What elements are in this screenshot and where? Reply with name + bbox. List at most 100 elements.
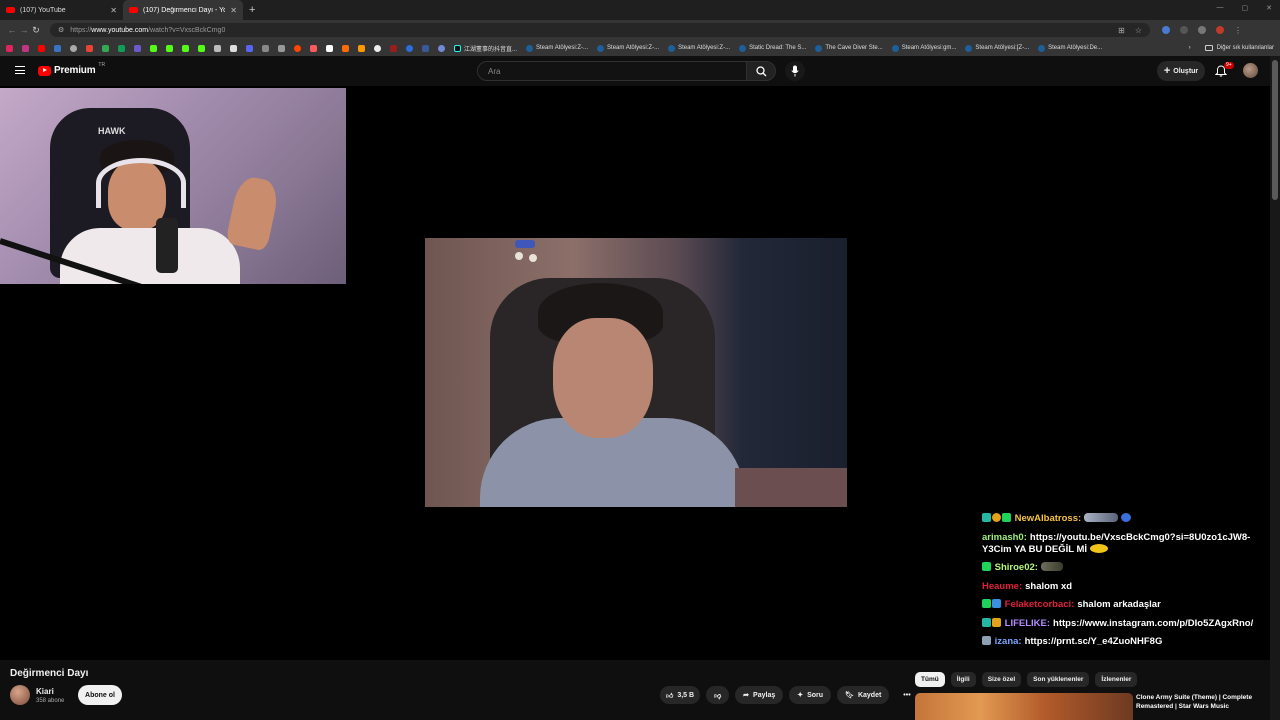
filter-chip-all[interactable]: Tümü	[915, 672, 945, 687]
chat-text: https://www.instagram.com/p/DIo5ZAgxRno/	[1053, 617, 1254, 629]
bookmark-icon[interactable]	[390, 44, 397, 52]
extension-icon[interactable]	[1162, 26, 1170, 34]
maximize-icon[interactable]: ▢	[1242, 4, 1249, 12]
minimize-icon[interactable]: —	[1217, 4, 1224, 12]
search-input[interactable]: Ara	[477, 61, 747, 81]
chat-message: Felaketcorbaci: shalom arkadaşlar	[982, 599, 1272, 611]
bookmark-item[interactable]: Steam Atölyesi:Z-...	[597, 44, 659, 52]
close-tab-icon[interactable]: ✕	[110, 6, 117, 15]
page-scrollbar[interactable]	[1270, 56, 1280, 720]
chevron-right-icon[interactable]: ›	[1189, 45, 1191, 51]
filter-chip-related[interactable]: İlgili	[950, 672, 976, 687]
filter-chip-for-you[interactable]: Size özel	[981, 672, 1022, 687]
bookmark-icon[interactable]	[118, 44, 125, 52]
bookmark-icon[interactable]	[54, 44, 61, 52]
kick-badge-icon	[992, 617, 1001, 627]
account-avatar[interactable]	[1243, 63, 1258, 78]
youtube-logo[interactable]: Premium TR	[38, 62, 105, 76]
bookmark-icon[interactable]	[214, 44, 221, 52]
bookmark-icon[interactable]	[246, 44, 253, 52]
bookmark-item[interactable]: The Cave Diver Ste...	[815, 44, 883, 52]
bookmark-icon[interactable]	[310, 44, 317, 52]
bookmark-icon[interactable]	[374, 44, 381, 52]
bookmark-star-icon[interactable]: ☆	[1135, 26, 1142, 35]
bookmark-item[interactable]: 江湖董事的抖音直...	[454, 44, 517, 53]
bookmark-icon[interactable]	[38, 44, 45, 52]
sparkle-icon: ✦	[797, 692, 804, 699]
bookmark-icon[interactable]	[22, 44, 29, 52]
share-button[interactable]: ➦ Paylaş	[735, 686, 784, 704]
youtube-favicon-icon	[129, 7, 138, 13]
bookmark-icon[interactable]	[262, 44, 269, 52]
chat-username: Heaume:	[982, 580, 1023, 592]
reload-icon[interactable]: ↻	[30, 25, 42, 36]
bookmark-item[interactable]: Steam Atölyesi:gm...	[891, 44, 956, 52]
site-info-icon[interactable]: ⚙	[58, 26, 64, 34]
profile-icon[interactable]	[1216, 26, 1224, 34]
other-bookmarks[interactable]: › Diğer sık kullanılanlar	[1189, 45, 1274, 51]
plus-icon: +	[1163, 65, 1171, 77]
bookmark-icon[interactable]	[86, 44, 93, 52]
bookmark-icon[interactable]	[438, 44, 445, 52]
back-icon[interactable]: ←	[6, 25, 18, 35]
bookmark-icon[interactable]	[134, 44, 141, 52]
bookmark-icon[interactable]	[422, 44, 429, 52]
microphone-icon	[156, 218, 178, 273]
subscribe-button[interactable]: Abone ol	[78, 685, 122, 705]
search-icon	[756, 66, 767, 77]
forward-icon[interactable]: →	[18, 25, 30, 35]
recommended-video-title[interactable]: Clone Army Suite (Theme) | Complete Rema…	[1136, 693, 1266, 711]
bookmark-icon[interactable]	[326, 44, 333, 52]
browser-tab-active[interactable]: (107) Değirmenci Dayı - YouTube ✕	[123, 0, 243, 20]
search-button[interactable]	[746, 61, 776, 81]
bookmark-icon: 🔖︎	[845, 692, 854, 699]
install-app-icon[interactable]: ⊞	[1118, 26, 1125, 35]
ask-button[interactable]: ✦ Soru	[789, 686, 832, 704]
save-button[interactable]: 🔖︎ Kaydet	[837, 686, 890, 704]
bookmark-icon[interactable]	[70, 44, 77, 52]
bookmark-icon[interactable]	[6, 44, 13, 52]
channel-avatar[interactable]	[10, 685, 30, 705]
extensions-area: ⋮	[1162, 26, 1242, 35]
create-button[interactable]: + Oluştur	[1157, 61, 1205, 81]
filter-chip-recent[interactable]: Son yüklenenler	[1027, 672, 1090, 687]
bookmark-icon[interactable]	[102, 44, 109, 52]
url-field[interactable]: ⚙ https://www.youtube.com/watch?v=VxscBc…	[50, 23, 1150, 37]
extension-icon[interactable]	[1198, 26, 1206, 34]
browser-tab[interactable]: (107) YouTube ✕	[0, 0, 123, 20]
chat-message: NewAlbatross:	[982, 513, 1272, 525]
bookmark-icon[interactable]	[150, 44, 157, 52]
bookmark-item[interactable]: Steam Atölyesi:[Z-...	[965, 44, 1029, 52]
recommended-video-thumbnail[interactable]	[915, 693, 1133, 720]
bookmark-item[interactable]: Steam Atölyesi:De...	[1038, 44, 1102, 52]
filter-chip-watched[interactable]: İzlenenler	[1095, 672, 1138, 687]
menu-icon[interactable]	[15, 66, 25, 74]
bookmark-icon[interactable]	[406, 44, 413, 52]
bookmark-icon[interactable]	[342, 44, 349, 52]
extension-icon[interactable]	[1180, 26, 1188, 34]
bookmark-icon[interactable]	[230, 44, 237, 52]
close-window-icon[interactable]: ✕	[1266, 4, 1272, 12]
steam-icon	[739, 44, 747, 52]
video-player[interactable]: HAWK NewAlbatross: arimash0: https://yout…	[0, 86, 1270, 660]
bookmark-icon[interactable]	[358, 44, 365, 52]
bookmark-icon[interactable]	[294, 44, 301, 52]
close-tab-icon[interactable]: ✕	[230, 6, 237, 15]
bookmark-icon[interactable]	[182, 44, 189, 52]
thumbs-up-icon: 👍︎	[666, 692, 674, 700]
chat-message: Shiroe02:	[982, 562, 1272, 574]
like-count: 3,5 B	[677, 691, 695, 699]
voice-search-button[interactable]	[785, 61, 805, 81]
bookmark-item[interactable]: Steam Atölyesi:Z-...	[526, 44, 588, 52]
channel-name[interactable]: Kiari	[36, 687, 54, 696]
bookmark-item[interactable]: Steam Atölyesi:Z-...	[668, 44, 730, 52]
bookmark-icon[interactable]	[198, 44, 205, 52]
dislike-button[interactable]: 👎︎	[706, 686, 730, 704]
scrollbar-thumb[interactable]	[1272, 60, 1278, 200]
new-tab-button[interactable]: +	[249, 4, 255, 16]
bookmark-icon[interactable]	[166, 44, 173, 52]
like-button[interactable]: 👍︎ 3,5 B	[660, 686, 701, 704]
browser-menu-icon[interactable]: ⋮	[1234, 26, 1242, 35]
bookmark-icon[interactable]	[278, 44, 285, 52]
bookmark-item[interactable]: Static Dread: The S...	[739, 44, 806, 52]
